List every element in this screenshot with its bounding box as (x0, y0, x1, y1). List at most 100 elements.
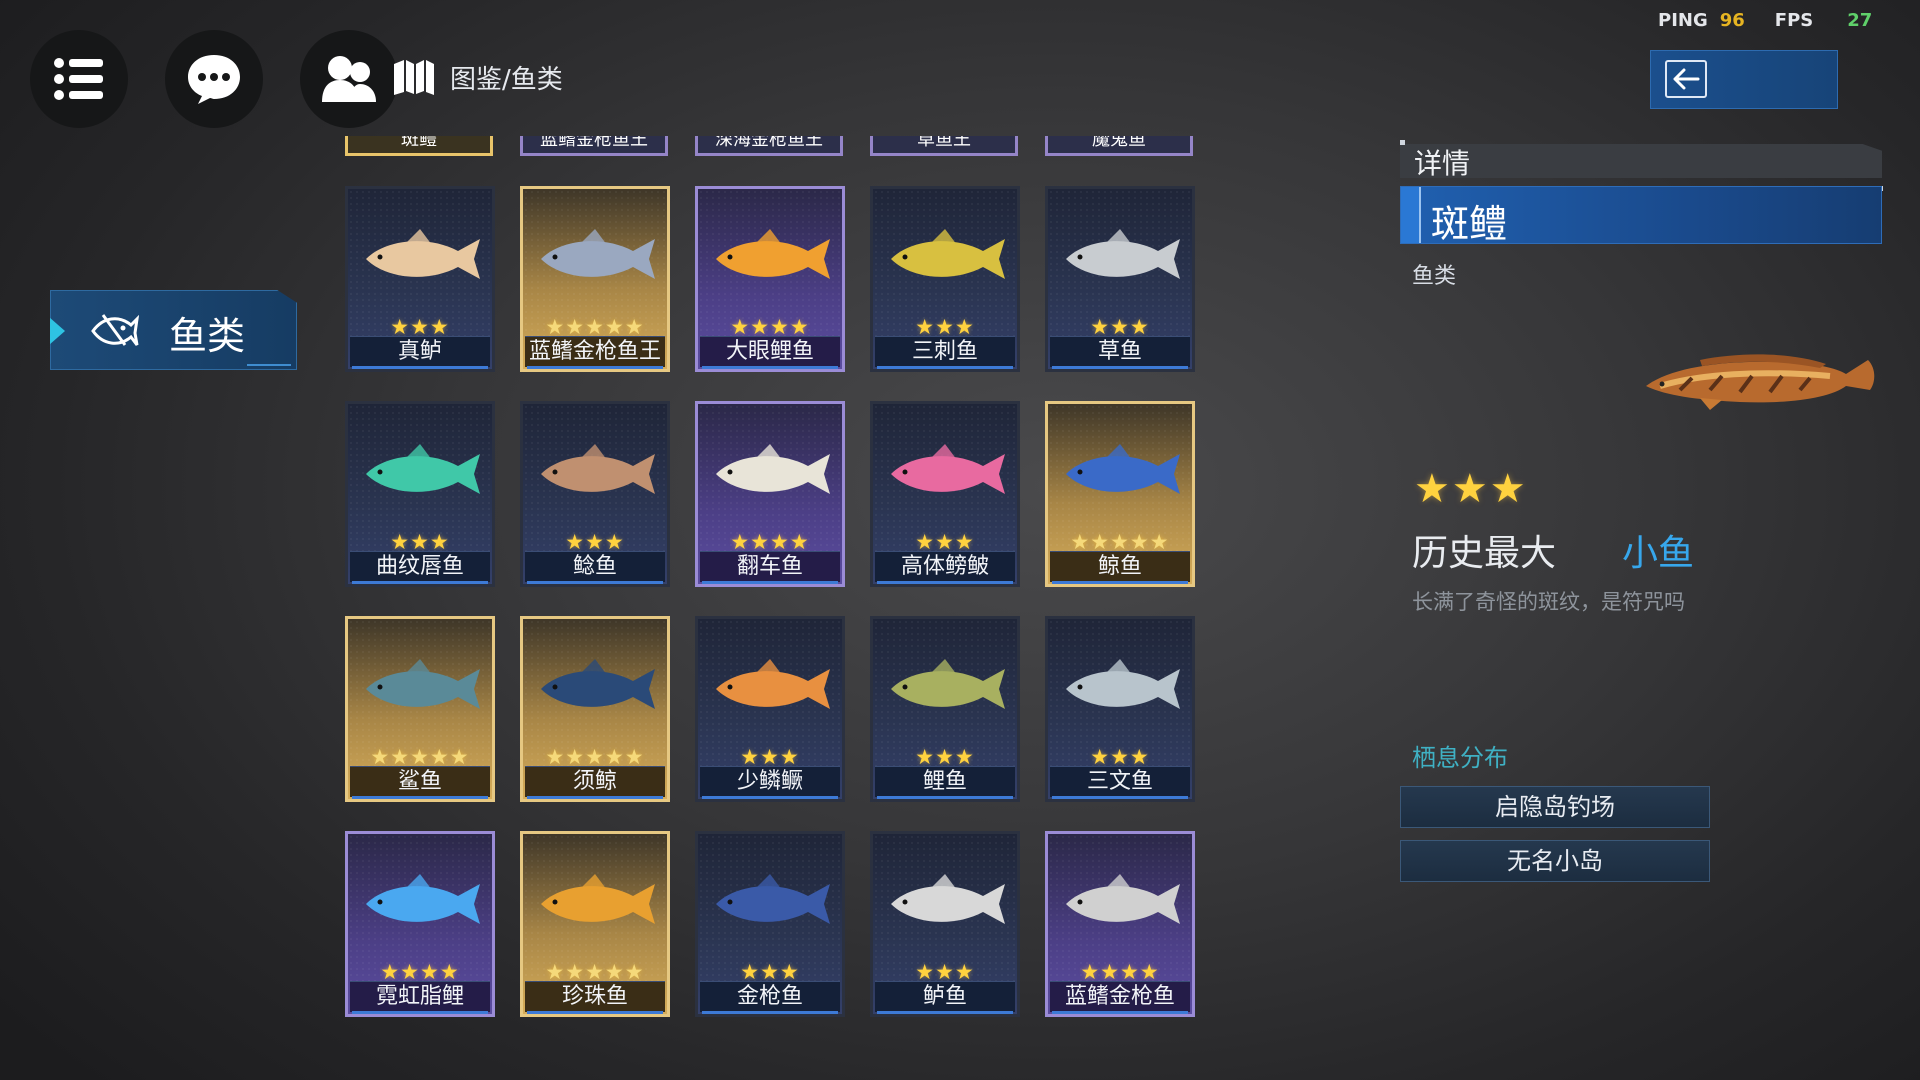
fish-card-name: 大眼鲤鱼 (700, 336, 840, 367)
fish-card[interactable]: ★★★★★ 鲨鱼 (345, 616, 495, 802)
fish-rarity-stars: ★★★ (1414, 466, 1528, 512)
fish-card[interactable]: ★★★ 三刺鱼 (870, 186, 1020, 372)
fish-card-name: 鲈鱼 (875, 981, 1015, 1012)
back-button[interactable] (1650, 50, 1838, 109)
location-button[interactable]: 无名小岛 (1400, 840, 1710, 882)
fish-description: 长满了奇怪的斑纹，是符咒吗 (1412, 590, 1685, 614)
title-accent-bar (1401, 187, 1421, 243)
card-bottom-bar (352, 581, 488, 584)
network-stats: PING 96 FPS 27 (1658, 10, 1872, 31)
fish-card[interactable]: ★★★ 真鲈 (345, 186, 495, 372)
card-bottom-bar (527, 796, 663, 799)
fish-card[interactable]: ★★★ 鲤鱼 (870, 616, 1020, 802)
fish-card-name: 草鱼 (1050, 336, 1190, 367)
menu-icon (54, 58, 103, 100)
record-value: 小鱼 (1622, 533, 1695, 574)
category-tab-fish[interactable]: 鱼类 (50, 290, 297, 370)
fish-card-name: 高体鳑鲏 (875, 551, 1015, 582)
fish-image (366, 444, 480, 494)
fish-card-partial[interactable]: 斑鳢 (345, 136, 493, 156)
corner-dot (1400, 140, 1405, 145)
fish-card-partial[interactable]: 深海金枪鱼王 (695, 136, 843, 156)
fish-card-name: 魔鬼鱼 (1092, 136, 1146, 150)
fish-card-name: 珍珠鱼 (525, 981, 665, 1012)
ping-value: 96 (1719, 10, 1745, 31)
detail-tab-label: 详情 (1414, 147, 1471, 180)
fish-image (1066, 874, 1180, 924)
fish-name: 斑鳢 (1431, 202, 1508, 246)
fish-grid[interactable]: 斑鳢 蓝鳍金枪鱼王 深海金枪鱼王 草鱼王 魔鬼鱼 ★★★ 真鲈 ★★★★★ 蓝鳍金枪鱼王 ★★★… (345, 136, 1205, 1036)
category-label: 鱼类 (169, 314, 246, 358)
detail-tab: 详情 (1400, 144, 1882, 178)
fish-image (1066, 444, 1180, 494)
fish-card-name: 少鳞鳜 (700, 766, 840, 797)
fish-image (541, 229, 655, 279)
fish-card[interactable]: ★★★★ 大眼鲤鱼 (695, 186, 845, 372)
fish-image (891, 229, 1005, 279)
card-bottom-bar (702, 581, 838, 584)
fish-image (716, 229, 830, 279)
fish-card-name: 鲶鱼 (525, 551, 665, 582)
fish-image (891, 874, 1005, 924)
breadcrumb: 图鉴/鱼类 (392, 58, 563, 96)
ping-label: PING (1658, 10, 1708, 31)
chat-icon (188, 55, 240, 104)
fish-card[interactable]: ★★★ 鲈鱼 (870, 831, 1020, 1017)
fish-card-name: 深海金枪鱼王 (715, 136, 823, 150)
fish-card-partial[interactable]: 魔鬼鱼 (1045, 136, 1193, 156)
fish-card[interactable]: ★★★★ 霓虹脂鲤 (345, 831, 495, 1017)
fish-image (891, 659, 1005, 709)
card-bottom-bar (877, 581, 1013, 584)
fish-card-name: 翻车鱼 (700, 551, 840, 582)
fish-card[interactable]: ★★★★★ 鲸鱼 (1045, 401, 1195, 587)
card-bottom-bar (1052, 1011, 1188, 1014)
fish-card-name: 斑鳢 (401, 136, 437, 150)
fish-card-name: 霓虹脂鲤 (350, 981, 490, 1012)
fish-card[interactable]: ★★★ 三文鱼 (1045, 616, 1195, 802)
fish-card-partial[interactable]: 草鱼王 (870, 136, 1018, 156)
card-bottom-bar (877, 796, 1013, 799)
fish-image (541, 659, 655, 709)
fish-image (366, 874, 480, 924)
fish-card[interactable]: ★★★★ 蓝鳍金枪鱼 (1045, 831, 1195, 1017)
fish-image (1066, 659, 1180, 709)
card-bottom-bar (877, 366, 1013, 369)
fish-preview-image (1646, 354, 1875, 410)
card-bottom-bar (352, 366, 488, 369)
fish-card[interactable]: ★★★★★ 珍珠鱼 (520, 831, 670, 1017)
record-label: 历史最大 (1412, 533, 1557, 574)
card-bottom-bar (1052, 366, 1188, 369)
fish-image (891, 444, 1005, 494)
fish-card-partial[interactable]: 蓝鳍金枪鱼王 (520, 136, 668, 156)
fish-card[interactable]: ★★★ 金枪鱼 (695, 831, 845, 1017)
selected-arrow-icon (50, 317, 65, 345)
fish-card[interactable]: ★★★ 草鱼 (1045, 186, 1195, 372)
location-button[interactable]: 启隐岛钓场 (1400, 786, 1710, 828)
fps-value: 27 (1847, 10, 1873, 31)
card-bottom-bar (702, 796, 838, 799)
fish-image (716, 874, 830, 924)
fish-image (716, 444, 830, 494)
book-icon (394, 60, 434, 95)
friends-button[interactable] (300, 30, 398, 128)
fish-image (1066, 229, 1180, 279)
card-bottom-bar (1052, 796, 1188, 799)
fish-card[interactable]: ★★★ 鲶鱼 (520, 401, 670, 587)
fish-image (541, 874, 655, 924)
fish-card[interactable]: ★★★ 少鳞鳜 (695, 616, 845, 802)
fish-card[interactable]: ★★★★★ 蓝鳍金枪鱼王 (520, 186, 670, 372)
card-bottom-bar (352, 1011, 488, 1014)
breadcrumb-text: 图鉴/鱼类 (450, 64, 563, 95)
fish-card[interactable]: ★★★★★ 须鲸 (520, 616, 670, 802)
fish-card-name: 草鱼王 (917, 136, 971, 150)
menu-button[interactable] (30, 30, 128, 128)
fish-card[interactable]: ★★★ 高体鳑鲏 (870, 401, 1020, 587)
fish-card-name: 三文鱼 (1050, 766, 1190, 797)
fish-card-name: 须鲸 (525, 766, 665, 797)
fish-card[interactable]: ★★★ 曲纹唇鱼 (345, 401, 495, 587)
fish-image (366, 229, 480, 279)
card-bottom-bar (527, 366, 663, 369)
chat-button[interactable] (165, 30, 263, 128)
fish-card[interactable]: ★★★★ 翻车鱼 (695, 401, 845, 587)
fish-card-name: 真鲈 (350, 336, 490, 367)
